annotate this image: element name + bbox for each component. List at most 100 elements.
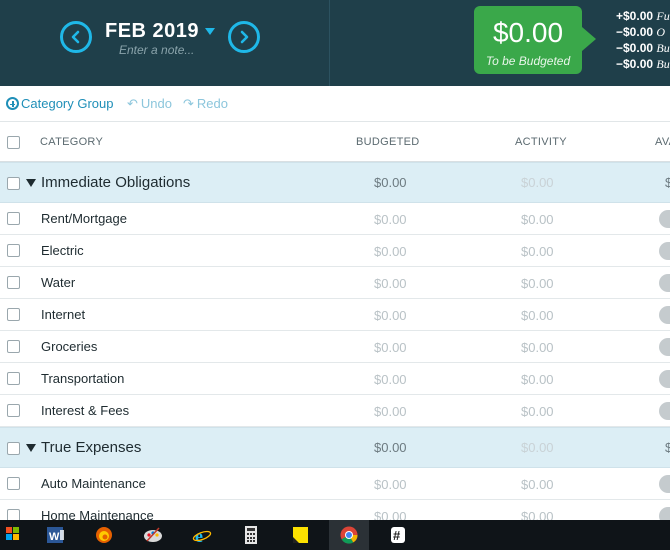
category-group-row[interactable]: Immediate Obligations $0.00 $0.00 $ bbox=[0, 162, 670, 203]
activity-value[interactable]: $0.00 bbox=[521, 212, 554, 227]
category-row[interactable]: Auto Maintenance $0.00 $0.00 bbox=[0, 468, 670, 500]
row-checkbox[interactable] bbox=[7, 404, 20, 417]
available-pill[interactable] bbox=[659, 210, 670, 228]
budgeted-value[interactable]: $0.00 bbox=[374, 276, 407, 291]
previous-month-button[interactable] bbox=[60, 21, 92, 53]
redo-icon: ↷ bbox=[183, 96, 194, 111]
collapse-triangle-icon[interactable] bbox=[26, 179, 36, 187]
budgeted-value[interactable]: $0.00 bbox=[374, 440, 407, 455]
taskbar-internet-explorer[interactable]: e bbox=[182, 520, 222, 550]
row-checkbox[interactable] bbox=[7, 244, 20, 257]
chevron-right-icon bbox=[240, 30, 249, 44]
available-pill[interactable] bbox=[659, 274, 670, 292]
row-checkbox[interactable] bbox=[7, 340, 20, 353]
category-name[interactable]: Rent/Mortgage bbox=[41, 211, 127, 226]
category-row[interactable]: Water $0.00 $0.00 bbox=[0, 267, 670, 299]
to-be-budgeted-amount: $0.00 bbox=[492, 17, 564, 48]
budgeted-value[interactable]: $0.00 bbox=[374, 308, 407, 323]
available-pill[interactable] bbox=[659, 242, 670, 260]
budgeted-value[interactable]: $0.00 bbox=[374, 340, 407, 355]
activity-value[interactable]: $0.00 bbox=[521, 404, 554, 419]
category-name[interactable]: Auto Maintenance bbox=[41, 476, 146, 491]
taskbar-sticky-notes[interactable] bbox=[280, 520, 320, 550]
row-checkbox[interactable] bbox=[7, 442, 20, 455]
taskbar-calculator[interactable] bbox=[231, 520, 271, 550]
budgeted-value[interactable]: $0.00 bbox=[374, 244, 407, 259]
caret-down-icon[interactable] bbox=[205, 28, 215, 35]
category-list: Immediate Obligations $0.00 $0.00 $ Rent/Mor… bbox=[0, 162, 670, 532]
column-category[interactable]: CATEGORY bbox=[40, 136, 103, 148]
column-budgeted[interactable]: BUDGETED bbox=[356, 136, 420, 148]
category-name[interactable]: Transportation bbox=[41, 371, 124, 386]
budgeted-value[interactable]: $0.00 bbox=[374, 212, 407, 227]
column-available[interactable]: AVA bbox=[655, 136, 670, 148]
available-pill[interactable] bbox=[659, 370, 670, 388]
row-checkbox[interactable] bbox=[7, 372, 20, 385]
taskbar-slack[interactable]: # bbox=[378, 520, 418, 550]
summary-line: −$0.00 Bu bbox=[616, 41, 670, 55]
group-name[interactable]: True Expenses bbox=[41, 439, 141, 456]
budget-app: FEB 2019 Enter a note... $0.00 To be Bud… bbox=[0, 0, 670, 550]
month-note[interactable]: Enter a note... bbox=[119, 43, 194, 57]
plus-circle-icon bbox=[6, 97, 19, 110]
current-month[interactable]: FEB 2019 bbox=[105, 20, 199, 43]
activity-value[interactable]: $0.00 bbox=[521, 175, 554, 190]
available-pill[interactable] bbox=[659, 402, 670, 420]
budgeted-value[interactable]: $0.00 bbox=[374, 175, 407, 190]
taskbar-paint[interactable] bbox=[133, 520, 173, 550]
category-row[interactable]: Electric $0.00 $0.00 bbox=[0, 235, 670, 267]
category-row[interactable]: Interest & Fees $0.00 $0.00 bbox=[0, 395, 670, 427]
activity-value[interactable]: $0.00 bbox=[521, 477, 554, 492]
next-month-button[interactable] bbox=[228, 21, 260, 53]
summary-line: −$0.00 Bu bbox=[616, 57, 670, 71]
collapse-triangle-icon[interactable] bbox=[26, 444, 36, 452]
word-icon: W bbox=[47, 527, 64, 543]
select-all-checkbox[interactable] bbox=[7, 136, 20, 149]
category-name[interactable]: Internet bbox=[41, 307, 85, 322]
taskbar-firefox[interactable] bbox=[84, 520, 124, 550]
category-name[interactable]: Electric bbox=[41, 243, 84, 258]
activity-value[interactable]: $0.00 bbox=[521, 244, 554, 259]
start-button[interactable] bbox=[0, 520, 30, 550]
budgeted-value[interactable]: $0.00 bbox=[374, 477, 407, 492]
available-pill[interactable] bbox=[659, 475, 670, 493]
category-row[interactable]: Groceries $0.00 $0.00 bbox=[0, 331, 670, 363]
budget-toolbar: Category Group ↶ Undo ↷ Redo bbox=[0, 86, 670, 122]
svg-text:W: W bbox=[49, 531, 60, 543]
row-checkbox[interactable] bbox=[7, 308, 20, 321]
category-row[interactable]: Transportation $0.00 $0.00 bbox=[0, 363, 670, 395]
category-name[interactable]: Water bbox=[41, 275, 75, 290]
activity-value[interactable]: $0.00 bbox=[521, 340, 554, 355]
category-name[interactable]: Interest & Fees bbox=[41, 403, 129, 418]
category-group-row[interactable]: True Expenses $0.00 $0.00 $ bbox=[0, 427, 670, 468]
budget-summary: +$0.00 Fu −$0.00 O −$0.00 Bu −$0.00 Bu bbox=[616, 8, 670, 72]
category-row[interactable]: Internet $0.00 $0.00 bbox=[0, 299, 670, 331]
summary-line: +$0.00 Fu bbox=[616, 9, 670, 23]
activity-value[interactable]: $0.00 bbox=[521, 276, 554, 291]
taskbar-chrome[interactable] bbox=[329, 520, 369, 550]
undo-icon: ↶ bbox=[127, 96, 138, 111]
taskbar-word[interactable]: W bbox=[35, 520, 75, 550]
activity-value[interactable]: $0.00 bbox=[521, 308, 554, 323]
add-category-group-button[interactable]: Category Group bbox=[6, 96, 114, 111]
undo-button[interactable]: ↶ Undo bbox=[127, 96, 172, 112]
redo-button[interactable]: ↷ Redo bbox=[183, 96, 228, 112]
available-pill[interactable] bbox=[659, 306, 670, 324]
start-icon bbox=[6, 527, 19, 540]
category-row[interactable]: Rent/Mortgage $0.00 $0.00 bbox=[0, 203, 670, 235]
row-checkbox[interactable] bbox=[7, 212, 20, 225]
activity-value[interactable]: $0.00 bbox=[521, 440, 554, 455]
budgeted-value[interactable]: $0.00 bbox=[374, 372, 407, 387]
ie-icon: e bbox=[192, 526, 212, 544]
firefox-icon bbox=[96, 527, 112, 543]
budgeted-value[interactable]: $0.00 bbox=[374, 404, 407, 419]
row-checkbox[interactable] bbox=[7, 477, 20, 490]
available-pill[interactable] bbox=[659, 338, 670, 356]
row-checkbox[interactable] bbox=[7, 276, 20, 289]
category-name[interactable]: Groceries bbox=[41, 339, 97, 354]
activity-value[interactable]: $0.00 bbox=[521, 372, 554, 387]
to-be-budgeted-box[interactable]: $0.00 To be Budgeted bbox=[474, 6, 582, 74]
row-checkbox[interactable] bbox=[7, 177, 20, 190]
column-activity[interactable]: ACTIVITY bbox=[515, 136, 567, 148]
group-name[interactable]: Immediate Obligations bbox=[41, 174, 190, 191]
